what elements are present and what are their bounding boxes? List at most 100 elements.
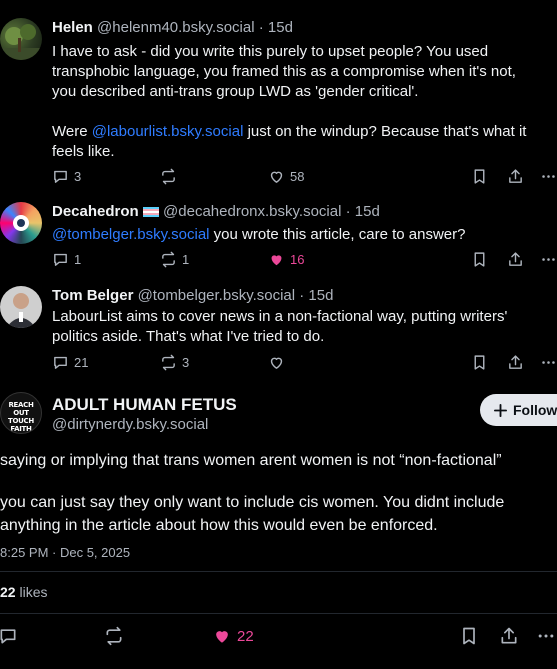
author-handle[interactable]: @decahedronx.bsky.social [163, 203, 341, 220]
main-post: REACH OUT TOUCH FAITH ADULT HUMAN FETUS … [0, 380, 557, 669]
like-count: 22 [237, 627, 254, 645]
divider [0, 571, 557, 572]
like-count: 58 [290, 169, 305, 184]
reply-icon [54, 356, 67, 369]
author-name[interactable]: Helen [52, 19, 93, 36]
avatar[interactable] [0, 286, 42, 328]
avatar[interactable] [0, 18, 42, 60]
likes-count: 22 [0, 584, 16, 600]
post-time: · 15d [345, 203, 380, 220]
reply-icon [54, 170, 67, 183]
repost-icon [162, 251, 175, 268]
likes-label: likes [19, 584, 48, 600]
post-text-2: Were @labourlist.bsky.social just on the… [52, 122, 557, 162]
likes-summary[interactable]: 22 likes [0, 584, 47, 600]
post-text: I have to ask - did you write this purel… [52, 43, 516, 100]
avatar-art-text: REACH OUT TOUCH FAITH [8, 401, 34, 433]
share-button[interactable] [507, 251, 524, 268]
reply-post[interactable]: Helen @helenm40.bsky.social · 15d I have… [0, 0, 557, 190]
author-name[interactable]: ADULT HUMAN FETUS [52, 395, 237, 415]
bookmark-icon [463, 627, 475, 645]
bookmark-icon [474, 355, 485, 370]
post-time: · 15d [258, 19, 293, 36]
heart-filled-icon [216, 631, 228, 643]
text-prefix: Were [52, 123, 92, 140]
post-text: LabourList aims to cover news in a non-f… [52, 308, 508, 345]
post-actions: 21 3 [52, 354, 557, 374]
post-text: saying or implying that trans women aren… [0, 452, 502, 469]
repost-button[interactable] [104, 626, 124, 646]
heart-outline-icon [270, 171, 283, 183]
repost-button[interactable] [160, 168, 182, 185]
divider [0, 613, 557, 614]
person-photo-icon [6, 293, 36, 328]
avatar[interactable]: REACH OUT TOUCH FAITH [0, 392, 42, 434]
like-button[interactable]: 16 [268, 251, 304, 268]
repost-button[interactable]: 1 [160, 251, 189, 268]
flag-emoji: 🏳️‍⚧️ [142, 207, 159, 218]
bookmark-button[interactable] [471, 251, 488, 268]
like-count: 16 [290, 252, 305, 267]
reply-count: 3 [74, 169, 82, 184]
bookmark-button[interactable] [471, 354, 488, 371]
reply-post[interactable]: Tom Belger @tombelger.bsky.social · 15d … [0, 278, 557, 380]
mention-link[interactable]: @labourlist.bsky.social [92, 123, 244, 140]
plus-icon [494, 403, 507, 417]
bookmark-button[interactable] [459, 626, 479, 646]
bookmark-icon [474, 252, 485, 267]
mention-link[interactable]: @tombelger.bsky.social [52, 226, 210, 243]
post-header: Helen @helenm40.bsky.social · 15d [52, 19, 293, 36]
reply-icon [54, 253, 67, 266]
repost-icon [106, 626, 122, 646]
bookmark-button[interactable] [471, 168, 488, 185]
author-name[interactable]: Tom Belger [52, 287, 133, 304]
repost-count: 1 [182, 252, 190, 267]
author-name[interactable]: Decahedron [52, 203, 139, 220]
share-icon [509, 355, 522, 369]
more-button[interactable] [536, 626, 556, 646]
post-text-2: you can just say they only want to inclu… [0, 494, 505, 534]
more-icon [538, 634, 554, 638]
reply-button[interactable]: 21 [52, 354, 88, 371]
reply-button[interactable]: 3 [52, 168, 81, 185]
post-actions: 22 [0, 626, 557, 648]
reply-count: 1 [74, 252, 82, 267]
reply-icon [0, 629, 16, 644]
share-button[interactable] [507, 354, 524, 371]
avatar[interactable] [0, 202, 42, 244]
reply-button[interactable] [0, 626, 18, 646]
reply-post[interactable]: Decahedron 🏳️‍⚧️ @decahedronx.bsky.socia… [0, 190, 557, 278]
author-handle[interactable]: @dirtynerdy.bsky.social [52, 416, 208, 433]
post-text: @tombelger.bsky.social you wrote this ar… [52, 225, 557, 245]
like-button[interactable]: 22 [212, 626, 254, 646]
text-suffix: you wrote this article, care to answer? [209, 226, 466, 243]
decahedron-pattern-icon [13, 215, 29, 231]
more-button[interactable] [540, 354, 557, 371]
bookmark-icon [474, 169, 485, 184]
more-button[interactable] [540, 251, 557, 268]
share-button[interactable] [499, 626, 519, 646]
more-icon [542, 175, 555, 178]
share-icon [509, 169, 522, 183]
follow-button[interactable]: Follow [480, 394, 557, 426]
author-handle[interactable]: @helenm40.bsky.social [97, 19, 255, 36]
more-button[interactable] [540, 168, 557, 185]
post-actions: 1 1 16 [52, 251, 557, 271]
post-header: Decahedron 🏳️‍⚧️ @decahedronx.bsky.socia… [52, 203, 380, 220]
post-actions: 3 58 [52, 168, 557, 188]
follow-label: Follow [513, 402, 557, 418]
author-handle[interactable]: @tombelger.bsky.social [138, 287, 296, 304]
share-button[interactable] [507, 168, 524, 185]
repost-button[interactable]: 3 [160, 354, 189, 371]
post-time: · 15d [299, 287, 334, 304]
like-button[interactable] [268, 354, 290, 371]
repost-icon [162, 168, 175, 185]
heart-filled-icon [271, 255, 282, 266]
heart-outline-icon [270, 357, 283, 369]
like-button[interactable]: 58 [268, 168, 304, 185]
reply-count: 21 [74, 355, 89, 370]
reply-button[interactable]: 1 [52, 251, 81, 268]
tree-image-icon [0, 24, 42, 60]
more-icon [542, 258, 555, 261]
post-header: Tom Belger @tombelger.bsky.social · 15d [52, 287, 333, 304]
